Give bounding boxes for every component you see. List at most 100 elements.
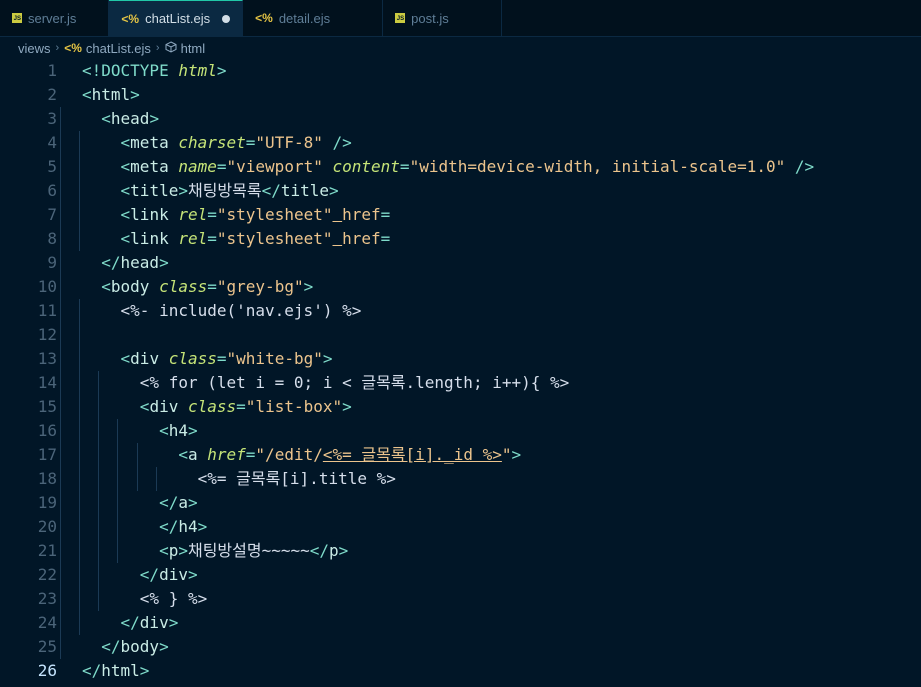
tab-post-js[interactable]: JS post.js <box>383 0 502 36</box>
ejs-file-icon: <% <box>64 41 82 55</box>
line-content: <p>채팅방설명~~~~~</p> <box>57 539 348 563</box>
line-number: 15 <box>37 397 57 416</box>
code-line: 18 <%= 글목록[i].title %> <box>0 467 921 491</box>
ejs-file-icon: <% <box>121 11 140 26</box>
code-line: 15 <div class="list-box"> <box>0 395 921 419</box>
ejs-file-icon: <% <box>255 11 273 25</box>
line-content: <%= 글목록[i].title %> <box>57 467 396 491</box>
line-content: <meta name="viewport" content="width=dev… <box>57 155 814 179</box>
line-number: 16 <box>37 421 57 440</box>
line-number: 3 <box>47 109 57 128</box>
code-line: 19 </a> <box>0 491 921 515</box>
code-line: 9 </head> <box>0 251 921 275</box>
link-list-css[interactable] <box>332 229 342 248</box>
breadcrumb-file[interactable]: chatList.ejs <box>86 41 151 56</box>
line-content: <%- include('nav.ejs') %> <box>57 299 361 323</box>
code-line: 1 <!DOCTYPE html> <box>0 59 921 83</box>
editor-tab-bar: JS server.js <% chatList.ejs <% detail.e… <box>0 0 921 37</box>
line-content: <div class="list-box"> <box>57 395 352 419</box>
line-number: 9 <box>47 253 57 272</box>
line-content: </a> <box>57 491 198 515</box>
code-line: 23 <% } %> <box>0 587 921 611</box>
line-number: 26 <box>37 661 57 680</box>
line-number: 18 <box>37 469 57 488</box>
line-number: 2 <box>47 85 57 104</box>
code-editor[interactable]: 1 <!DOCTYPE html> 2 <html> 3 <head> 4 <m… <box>0 59 921 683</box>
tab-label: detail.ejs <box>278 10 331 26</box>
chevron-right-icon: › <box>155 42 160 54</box>
line-number: 1 <box>47 61 57 80</box>
line-number: 25 <box>37 637 57 656</box>
code-line: 22 </div> <box>0 563 921 587</box>
line-content: </html> <box>82 661 150 680</box>
code-line: 12 <box>0 323 921 347</box>
line-content: <div class="white-bg"> <box>57 347 333 371</box>
line-number: 10 <box>37 277 57 296</box>
line-content: </div> <box>57 563 198 587</box>
code-line: 10 <body class="grey-bg"> <box>0 275 921 299</box>
code-line: 2 <html> <box>0 83 921 107</box>
line-content: <body class="grey-bg"> <box>57 275 313 299</box>
line-number: 12 <box>37 325 57 344</box>
line-number: 22 <box>37 565 57 584</box>
line-content: <!DOCTYPE html> <box>82 61 227 80</box>
line-content: <a href="/edit/<%= 글목록[i]._id %>"> <box>57 443 521 467</box>
tab-server-js[interactable]: JS server.js <box>0 0 110 36</box>
line-number: 23 <box>37 589 57 608</box>
line-number: 19 <box>37 493 57 512</box>
unsaved-dot-icon[interactable] <box>222 14 231 23</box>
tab-label: server.js <box>28 10 77 26</box>
breadcrumb-folder[interactable]: views <box>18 41 51 56</box>
line-number: 7 <box>47 205 57 224</box>
breadcrumb-symbol[interactable]: html <box>181 41 206 56</box>
line-content <box>57 323 92 347</box>
code-line: 16 <h4> <box>0 419 921 443</box>
line-content: <link rel="stylesheet" href= <box>57 227 390 251</box>
line-number: 21 <box>37 541 57 560</box>
line-number: 8 <box>47 229 57 248</box>
tab-chatlist-ejs[interactable]: <% chatList.ejs <box>109 0 244 36</box>
line-number: 4 <box>47 133 57 152</box>
line-content: <meta charset="UTF-8" /> <box>57 131 352 155</box>
code-line: 6 <title>채팅방목록</title> <box>0 179 921 203</box>
tab-label: post.js <box>411 10 449 26</box>
code-line: 20 </h4> <box>0 515 921 539</box>
link-edit-id[interactable]: <%= 글목록[i]._id %> <box>323 445 502 464</box>
code-line: 4 <meta charset="UTF-8" /> <box>0 131 921 155</box>
code-line: 26 </html> <box>0 659 921 683</box>
symbol-cube-icon <box>165 40 177 56</box>
breadcrumb: views › <% chatList.ejs › html <box>0 37 921 59</box>
code-line: 14 <% for (let i = 0; i < 글목록.length; i+… <box>0 371 921 395</box>
line-content: <% for (let i = 0; i < 글목록.length; i++){… <box>57 371 569 395</box>
js-file-icon: JS <box>395 13 406 23</box>
code-line: 13 <div class="white-bg"> <box>0 347 921 371</box>
line-content: <html> <box>82 85 140 104</box>
tab-label: chatList.ejs <box>145 11 211 26</box>
code-line: 7 <link rel="stylesheet" href= <box>0 203 921 227</box>
code-line: 5 <meta name="viewport" content="width=d… <box>0 155 921 179</box>
line-number: 11 <box>37 301 57 320</box>
line-content: </h4> <box>57 515 207 539</box>
js-file-icon: JS <box>12 13 22 23</box>
code-line: 24 </div> <box>0 611 921 635</box>
line-content: <head> <box>57 107 159 131</box>
code-line: 11 <%- include('nav.ejs') %> <box>0 299 921 323</box>
line-content: <link rel="stylesheet" href= <box>57 203 390 227</box>
line-number: 20 <box>37 517 57 536</box>
code-line: 25 </body> <box>0 635 921 659</box>
line-content: <h4> <box>57 419 198 443</box>
line-content: </head> <box>57 251 169 275</box>
line-number: 17 <box>37 445 57 464</box>
line-number: 6 <box>47 181 57 200</box>
code-line: 17 <a href="/edit/<%= 글목록[i]._id %>"> <box>0 443 921 467</box>
line-number: 5 <box>47 157 57 176</box>
link-main-css[interactable] <box>332 205 342 224</box>
code-line: 8 <link rel="stylesheet" href= <box>0 227 921 251</box>
tab-detail-ejs[interactable]: <% detail.ejs <box>243 0 384 36</box>
line-number: 24 <box>37 613 57 632</box>
code-line: 21 <p>채팅방설명~~~~~</p> <box>0 539 921 563</box>
line-number: 14 <box>37 373 57 392</box>
line-content: </div> <box>57 611 178 635</box>
line-content: <% } %> <box>57 587 207 611</box>
line-content: </body> <box>57 635 169 659</box>
